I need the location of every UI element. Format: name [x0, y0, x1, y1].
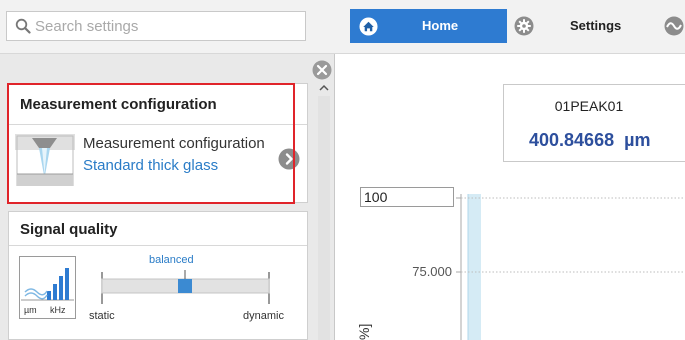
signal-icon-unit-khz: kHz	[50, 305, 66, 315]
signal-card-title: Signal quality	[20, 221, 118, 238]
chart-bar	[468, 194, 481, 340]
peak-label: 01PEAK01	[554, 98, 624, 114]
search-input[interactable]	[35, 16, 295, 36]
y-tick-label: 75.000	[412, 264, 452, 279]
home-icon	[359, 17, 378, 36]
peak-unit: µm	[624, 130, 651, 150]
close-icon[interactable]	[312, 60, 332, 80]
nav-settings-button[interactable]: Settings	[512, 9, 662, 43]
signal-quality-card: Signal quality µm kHz balanced static dy…	[8, 211, 308, 340]
peak-value: 400.84668 µm	[529, 130, 651, 151]
main-content: 75.000 %] 01PEAK01 400.84668 µm	[336, 54, 685, 340]
top-bar: Home Settings	[0, 0, 685, 54]
slider-handle[interactable]	[178, 279, 192, 293]
scrollbar-track[interactable]	[318, 96, 330, 340]
peak-number: 400.84668	[529, 130, 615, 150]
signal-quality-icon: µm kHz	[19, 256, 76, 319]
signal-quality-slider[interactable]: balanced static dynamic	[89, 252, 289, 322]
nav-home-label: Home	[422, 18, 459, 33]
card-divider	[9, 245, 307, 246]
signal-icon-unit-um: µm	[24, 305, 37, 315]
gear-icon	[514, 16, 534, 36]
nav-settings-label: Settings	[570, 18, 622, 33]
slider-value-label: balanced	[149, 254, 194, 266]
signal-wave-icon[interactable]	[664, 16, 685, 36]
slider-max-label: dynamic	[243, 310, 284, 322]
y-axis-max-input[interactable]	[360, 187, 454, 207]
highlight-outline	[7, 83, 295, 204]
search-box[interactable]	[6, 11, 306, 41]
y-axis-label: %]	[356, 324, 372, 340]
search-icon	[15, 18, 31, 34]
peak-value-card: 01PEAK01 400.84668 µm	[503, 84, 685, 162]
nav-home-button[interactable]: Home	[350, 9, 507, 43]
slider-track[interactable]	[89, 268, 289, 308]
slider-min-label: static	[89, 310, 115, 322]
scroll-up-arrow-icon[interactable]	[318, 83, 330, 93]
